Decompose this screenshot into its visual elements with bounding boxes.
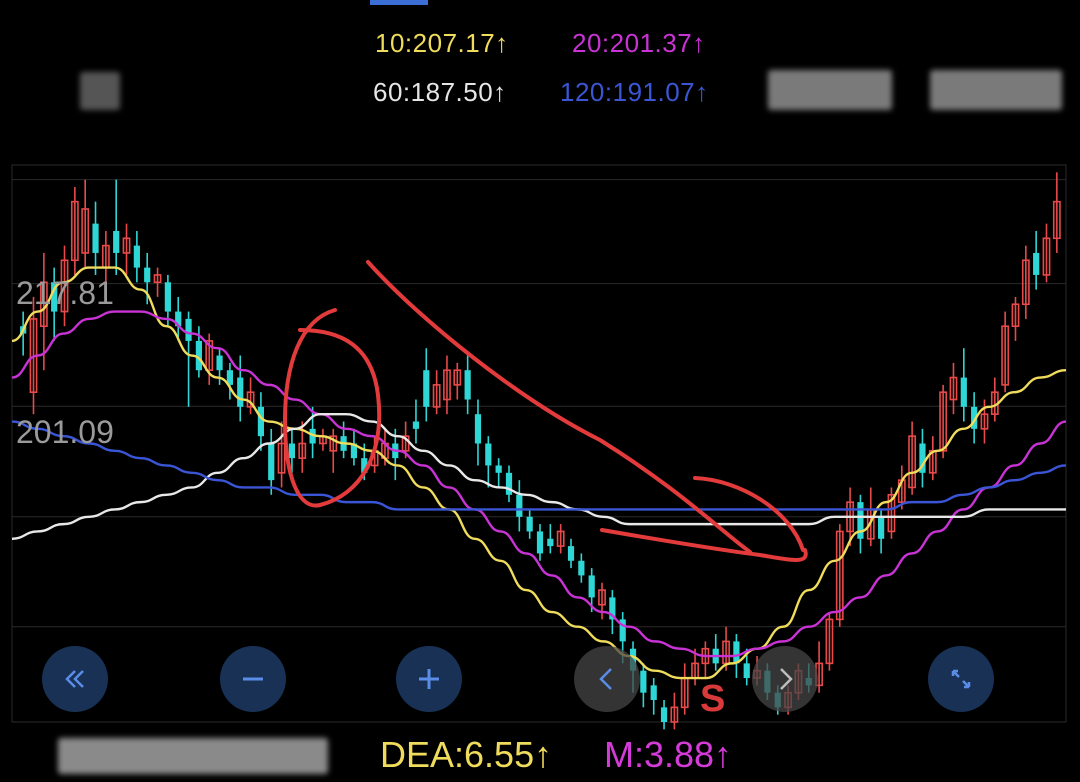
- candle-body: [113, 230, 120, 253]
- zoom-out-button[interactable]: [220, 646, 286, 712]
- plus-icon: [419, 669, 439, 689]
- candle-body: [216, 355, 223, 371]
- candle-body: [743, 663, 750, 679]
- candle-body: [485, 443, 492, 466]
- candle-body: [237, 377, 244, 407]
- candle-body: [268, 443, 275, 481]
- y-tick-label-217: 217.81: [16, 275, 114, 311]
- candle-body: [878, 516, 885, 539]
- ma-line-20: [11, 310, 1067, 658]
- candle-body: [640, 670, 647, 693]
- candle-body: [133, 245, 140, 268]
- candle-body: [423, 370, 430, 407]
- chart-grid: [11, 164, 1067, 723]
- candle-body: [412, 421, 420, 429]
- ma-lines-layer: [11, 266, 1067, 680]
- candle-body: [185, 318, 192, 341]
- candle-body: [588, 575, 595, 598]
- scroll-left-button[interactable]: [574, 646, 640, 712]
- blurred-bottom-left-label: [58, 738, 328, 774]
- candle-body: [526, 516, 533, 532]
- candle-body: [733, 641, 740, 664]
- chevron-left-icon: [599, 668, 612, 690]
- ma-line-10: [11, 266, 1067, 680]
- fullscreen-button[interactable]: [928, 646, 994, 712]
- candle-body: [464, 370, 471, 400]
- candle-body: [164, 282, 171, 312]
- candle-body: [567, 546, 575, 561]
- candle-body: [92, 223, 99, 253]
- candle-body: [960, 377, 967, 407]
- candle-body: [857, 502, 864, 539]
- ma-line-120: [11, 420, 1067, 511]
- candlestick-chart[interactable]: [0, 0, 1080, 782]
- candle-body: [257, 406, 265, 437]
- candles-layer: [20, 172, 1061, 730]
- rewind-button[interactable]: [42, 646, 108, 712]
- candle-body: [474, 414, 482, 444]
- candle-body: [1033, 252, 1040, 275]
- candle-body: [536, 531, 544, 554]
- y-tick-label-201: 201.09: [16, 414, 114, 450]
- candle-body: [650, 685, 657, 701]
- zoom-in-button[interactable]: [396, 646, 462, 712]
- candle-body: [505, 472, 513, 495]
- sell-signal-marker: S: [700, 678, 726, 720]
- candle-body: [144, 267, 151, 283]
- candle-body: [578, 560, 585, 576]
- candle-body: [660, 707, 668, 722]
- annotation-curve-3: [693, 476, 805, 552]
- hand-drawn-annotations: [282, 260, 808, 562]
- dea-value: DEA:6.55↑: [380, 734, 553, 775]
- scroll-right-button[interactable]: [752, 646, 818, 712]
- candle-body: [495, 465, 502, 473]
- rewind-icon: [65, 670, 84, 688]
- minus-icon: [243, 677, 263, 681]
- chart-frame: [11, 164, 1067, 723]
- candle-body: [516, 494, 523, 517]
- candle-body: [288, 443, 296, 459]
- ma-line-60: [11, 412, 1066, 540]
- chevron-right-icon: [780, 668, 793, 690]
- annotation-curve-2: [600, 528, 808, 562]
- expand-icon: [951, 669, 971, 689]
- candle-body: [547, 538, 554, 547]
- m-value: M:3.88↑: [604, 734, 733, 775]
